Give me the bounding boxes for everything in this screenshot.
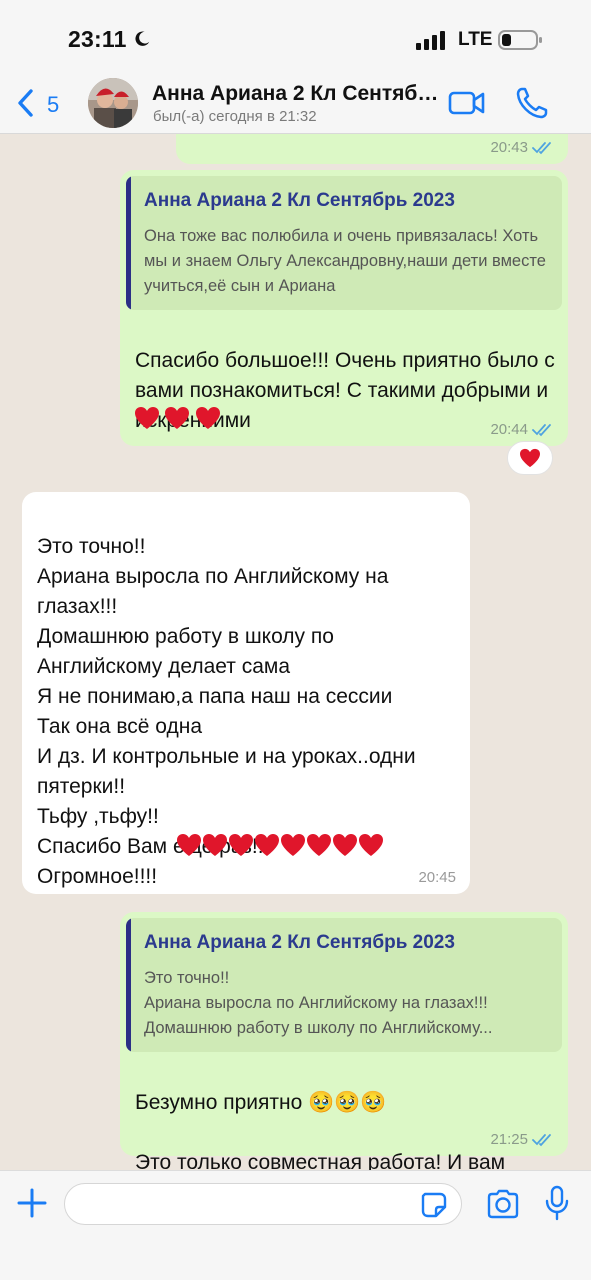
reaction-badge[interactable] xyxy=(507,441,553,475)
quote-bar xyxy=(126,918,131,1052)
heart-icon xyxy=(177,834,201,856)
back-button[interactable]: 5 xyxy=(16,86,76,122)
quoted-message[interactable]: Анна Ариана 2 Кл Сентябрь 2023 Она тоже … xyxy=(126,176,562,310)
phone-icon[interactable] xyxy=(515,86,549,120)
chat-header: 5 Анна Ариана 2 Кл Сентябрь 2023 был(-а)… xyxy=(0,72,591,134)
message-time: 20:43 xyxy=(490,139,528,156)
video-call-icon[interactable] xyxy=(448,88,486,118)
message-time: 21:25 xyxy=(490,1131,528,1148)
message-text: Безумно приятно 🥹🥹🥹 Это только совместна… xyxy=(135,1058,555,1170)
moon-icon xyxy=(135,31,150,46)
quoted-message[interactable]: Анна Ариана 2 Кл Сентябрь 2023 Это точно… xyxy=(126,918,562,1052)
message-incoming[interactable]: Это точно!! Ариана выросла по Английском… xyxy=(22,492,470,894)
unread-count: 5 xyxy=(47,92,60,117)
quote-author: Анна Ариана 2 Кл Сентябрь 2023 xyxy=(144,190,455,211)
microphone-icon[interactable] xyxy=(544,1185,570,1221)
status-bar: 23:11 LTE xyxy=(0,0,591,72)
double-check-icon xyxy=(532,141,551,154)
emoji: 🥹🥹🥹 xyxy=(308,1091,387,1114)
heart-icon xyxy=(307,834,331,856)
message-input[interactable] xyxy=(64,1183,462,1225)
message-line: Это только совместная работа! И вам спас… xyxy=(135,1151,506,1170)
quote-text: Это точно!! Ариана выросла по Английском… xyxy=(144,969,493,1037)
message-meta: 20:45 xyxy=(418,869,456,886)
sticker-icon[interactable] xyxy=(420,1191,448,1219)
battery-icon xyxy=(498,30,542,50)
message-time: 20:44 xyxy=(490,421,528,438)
message-meta: 20:44 xyxy=(490,421,554,438)
network-type: LTE xyxy=(458,29,493,50)
heart-icon xyxy=(195,407,220,429)
heart-icon xyxy=(333,834,357,856)
avatar-photo xyxy=(88,78,138,128)
quote-text: Она тоже вас полюбила и очень привязалас… xyxy=(144,227,546,295)
heart-icon xyxy=(281,834,305,856)
message-outgoing[interactable]: Анна Ариана 2 Кл Сентябрь 2023 Это точно… xyxy=(120,912,568,1170)
message-time: 20:45 xyxy=(418,869,456,886)
heart-icon xyxy=(255,834,279,856)
heart-icon xyxy=(203,834,227,856)
message-meta: 20:43 xyxy=(490,139,554,156)
avatar[interactable] xyxy=(88,78,138,128)
heart-icon xyxy=(359,834,383,856)
double-check-icon xyxy=(532,1133,551,1146)
heart-icon xyxy=(520,448,540,468)
message-outgoing[interactable]: 20:43 xyxy=(176,134,568,164)
heart-icon xyxy=(135,407,159,429)
emoji-row xyxy=(134,406,221,432)
status-time: 23:11 xyxy=(68,26,127,52)
double-check-icon xyxy=(532,423,551,436)
heart-icon xyxy=(165,407,190,429)
camera-icon[interactable] xyxy=(486,1188,520,1220)
chat-area[interactable]: 20:43 Анна Ариана 2 Кл Сентябрь 2023 Она… xyxy=(0,134,591,1170)
message-outgoing[interactable]: Анна Ариана 2 Кл Сентябрь 2023 Она тоже … xyxy=(120,170,568,446)
quote-bar xyxy=(126,176,131,310)
quote-author: Анна Ариана 2 Кл Сентябрь 2023 xyxy=(144,932,455,953)
back-chevron-icon xyxy=(18,89,33,117)
contact-name[interactable]: Анна Ариана 2 Кл Сентябрь 2023 xyxy=(152,82,442,106)
heart-icon xyxy=(229,834,253,856)
message-line: Безумно приятно xyxy=(135,1091,303,1114)
message-meta: 21:25 xyxy=(490,1131,554,1148)
plus-icon[interactable] xyxy=(16,1187,48,1219)
composer-bar xyxy=(0,1170,591,1280)
emoji-row xyxy=(176,833,384,859)
signal-icon xyxy=(416,31,445,50)
last-seen: был(-а) сегодня в 21:32 xyxy=(153,108,317,125)
